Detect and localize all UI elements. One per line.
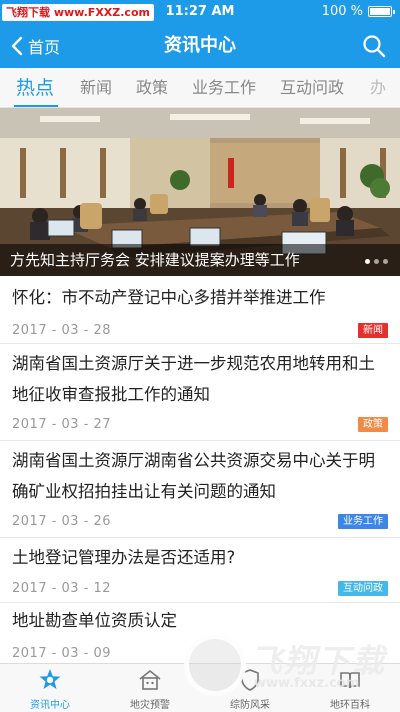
category-badge: 互动问政 xyxy=(338,581,388,596)
battery-icon xyxy=(368,6,395,17)
tab-policy[interactable]: 政策 xyxy=(136,68,168,107)
nav-bar: 首页 资讯中心 xyxy=(0,24,400,68)
battery-percent: 100 % xyxy=(321,4,363,19)
category-tabs: 热点 新闻 政策 业务工作 互动问政 办 xyxy=(0,68,400,108)
list-item[interactable]: 湖南省国土资源厅关于进一步规范农用地转用和土地征收审查报批工作的通知 2017 … xyxy=(0,344,400,441)
list-item[interactable]: 土地登记管理办法是否还适用? 2017 - 03 - 12 互动问政 xyxy=(0,538,400,603)
back-button[interactable]: 首页 xyxy=(10,24,60,68)
tabbar-disaster-alert[interactable]: 地灾预警 xyxy=(100,664,200,712)
list-item[interactable]: 地址勘查单位资质认定 2017 - 03 - 09 xyxy=(0,603,400,663)
category-badge: 新闻 xyxy=(358,323,388,338)
news-title: 地址勘查单位资质认定 xyxy=(12,611,177,630)
category-badge: 业务工作 xyxy=(338,514,388,529)
news-title: 土地登记管理办法是否还适用? xyxy=(12,548,236,567)
tabbar-label: 资讯中心 xyxy=(30,700,70,711)
tab-interaction[interactable]: 互动问政 xyxy=(280,68,344,107)
news-title: 湖南省国土资源厅湖南省公共资源交易中心关于明确矿业权招拍挂出让有关问题的通知 xyxy=(12,451,375,501)
banner-caption: 方先知主持厅务会 安排建议提案办理等工作 xyxy=(0,244,400,276)
carousel-dot xyxy=(374,259,379,264)
status-bar: 飞翔下载 www.FXXZ.com 11:27 AM 100 % xyxy=(0,0,400,24)
carousel-dot xyxy=(383,259,388,264)
category-badge: 政策 xyxy=(358,417,388,432)
list-item[interactable]: 怀化：市不动产登记中心多措并举推进工作 2017 - 03 - 28 新闻 xyxy=(0,276,400,344)
tabbar-info-center[interactable]: 资讯中心 xyxy=(0,664,100,712)
tabbar-label: 综防风采 xyxy=(230,700,270,711)
back-label: 首页 xyxy=(28,38,61,57)
news-date: 2017 - 03 - 12 xyxy=(12,581,112,596)
news-date: 2017 - 03 - 28 xyxy=(12,323,112,338)
status-battery: 100 % xyxy=(321,4,395,19)
banner-carousel[interactable]: 方先知主持厅务会 安排建议提案办理等工作 xyxy=(0,108,400,276)
tab-hot[interactable]: 热点 xyxy=(16,68,54,107)
tab-news[interactable]: 新闻 xyxy=(80,68,112,107)
book-icon xyxy=(340,672,360,689)
chevron-left-icon xyxy=(11,36,23,56)
news-date: 2017 - 03 - 27 xyxy=(12,417,112,432)
tabbar-label: 地灾预警 xyxy=(130,700,170,711)
news-title: 怀化：市不动产登记中心多措并举推进工作 xyxy=(12,288,326,307)
shield-icon xyxy=(241,669,259,691)
star-badge-icon xyxy=(39,669,61,689)
search-icon[interactable] xyxy=(362,34,386,58)
news-title: 湖南省国土资源厅关于进一步规范农用地转用和土地征收审查报批工作的通知 xyxy=(12,354,375,404)
news-date: 2017 - 03 - 09 xyxy=(12,646,112,661)
tabbar-encyclopedia[interactable]: 地环百科 xyxy=(300,664,400,712)
tab-business[interactable]: 业务工作 xyxy=(192,68,256,107)
house-alert-icon xyxy=(139,669,161,690)
tabbar-label: 地环百科 xyxy=(330,700,370,711)
news-date: 2017 - 03 - 26 xyxy=(12,514,112,529)
list-item[interactable]: 湖南省国土资源厅湖南省公共资源交易中心关于明确矿业权招拍挂出让有关问题的通知 2… xyxy=(0,441,400,538)
carousel-dots xyxy=(365,259,388,264)
tab-more[interactable]: 办 xyxy=(370,68,386,107)
bottom-tab-bar: 资讯中心 地灾预警 综防风采 地环百科 xyxy=(0,663,400,712)
carousel-dot xyxy=(365,259,370,264)
tabbar-prevention[interactable]: 综防风采 xyxy=(200,664,300,712)
